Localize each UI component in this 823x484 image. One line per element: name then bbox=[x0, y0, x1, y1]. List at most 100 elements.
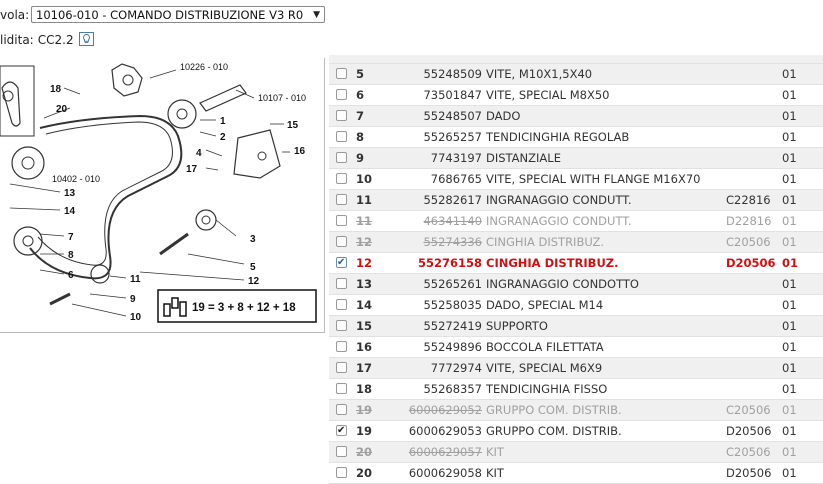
label-13[interactable]: 13 bbox=[64, 188, 76, 199]
part-description: TENDICINGHIA FISSO bbox=[486, 382, 608, 396]
table-row[interactable]: 19 6000629052 GRUPPO COM. DISTRIB. C20506 01 bbox=[329, 400, 823, 421]
quantity: 01 bbox=[782, 214, 797, 228]
part-description: DISTANZIALE bbox=[486, 151, 561, 165]
header-bar: vola: 10106-010 - COMANDO DISTRIBUZIONE … bbox=[0, 0, 823, 55]
table-row-partial bbox=[329, 55, 823, 64]
label-4[interactable]: 4 bbox=[196, 148, 202, 159]
part-description: VITE, SPECIAL M8X50 bbox=[486, 88, 610, 102]
table-row[interactable]: 10 7686765 VITE, SPECIAL WITH FLANGE M16X7… bbox=[329, 169, 823, 190]
part-number: 55265257 bbox=[423, 130, 482, 144]
part-description: TENDICINGHIA REGOLAB bbox=[486, 130, 630, 144]
label-15[interactable]: 15 bbox=[287, 120, 299, 131]
modification-code: C20506 bbox=[726, 235, 771, 249]
part-number: 46341140 bbox=[423, 214, 482, 228]
part-number: 6000629057 bbox=[408, 445, 482, 459]
part-number: 6000629052 bbox=[408, 403, 482, 417]
part-description: GRUPPO COM. DISTRIB. bbox=[486, 403, 622, 417]
part-description: CINGHIA DISTRIBUZ. bbox=[486, 256, 619, 270]
formula-text: 19 = 3 + 8 + 12 + 18 bbox=[192, 302, 296, 314]
table-row[interactable]: 9 7743197 DISTANZIALE 01 bbox=[329, 148, 823, 169]
quantity: 01 bbox=[782, 466, 797, 480]
table-row[interactable]: 7 55248507 DADO 01 bbox=[329, 106, 823, 127]
table-row[interactable]: 20 6000629058 KIT D20506 01 bbox=[329, 463, 823, 484]
part-description: VITE, SPECIAL M6X9 bbox=[486, 361, 603, 375]
modification-code: D20506 bbox=[726, 424, 772, 438]
part-number: 73501847 bbox=[423, 88, 482, 102]
quantity: 01 bbox=[782, 172, 797, 186]
tavola-select-value: 10106-010 - COMANDO DISTRIBUZIONE V3 R0 bbox=[36, 8, 304, 22]
label-11[interactable]: 11 bbox=[130, 274, 141, 285]
table-row[interactable]: 18 55268357 TENDICINGHIA FISSO 01 bbox=[329, 379, 823, 400]
part-description: VITE, SPECIAL WITH FLANGE M16X70 bbox=[486, 172, 701, 186]
quantity: 01 bbox=[782, 193, 797, 207]
part-description: INGRANAGGIO CONDOTTO bbox=[486, 277, 639, 291]
modification-code: D22816 bbox=[726, 214, 772, 228]
quantity: 01 bbox=[782, 130, 797, 144]
part-number: 7772974 bbox=[430, 361, 482, 375]
lightbulb-icon[interactable] bbox=[79, 32, 95, 46]
table-row[interactable]: 5 55248509 VITE, M10X1,5X40 01 bbox=[329, 64, 823, 85]
table-row[interactable]: 11 55282617 INGRANAGGIO CONDUTT. C22816 01 bbox=[329, 190, 823, 211]
quantity: 01 bbox=[782, 151, 797, 165]
quantity: 01 bbox=[782, 424, 797, 438]
part-description: SUPPORTO bbox=[486, 319, 548, 333]
part-description: BOCCOLA FILETTATA bbox=[486, 340, 604, 354]
part-description: CINGHIA DISTRIBUZ. bbox=[486, 235, 605, 249]
label-10[interactable]: 10 bbox=[130, 312, 142, 323]
modification-code: C20506 bbox=[726, 445, 771, 459]
part-description: INGRANAGGIO CONDUTT. bbox=[486, 214, 632, 228]
part-number: 55282617 bbox=[423, 193, 482, 207]
part-description: GRUPPO COM. DISTRIB. bbox=[486, 424, 622, 438]
label-12[interactable]: 12 bbox=[248, 276, 260, 287]
label-2[interactable]: 2 bbox=[220, 132, 226, 143]
label-7[interactable]: 7 bbox=[68, 232, 74, 243]
part-number: 55268357 bbox=[423, 382, 482, 396]
table-row[interactable]: 20 6000629057 KIT C20506 01 bbox=[329, 442, 823, 463]
table-row[interactable]: 12 55274336 CINGHIA DISTRIBUZ. C20506 01 bbox=[329, 232, 823, 253]
label-3[interactable]: 3 bbox=[250, 234, 256, 245]
label-9[interactable]: 9 bbox=[130, 294, 136, 305]
label-5[interactable]: 5 bbox=[250, 262, 256, 273]
table-row[interactable]: 13 55265261 INGRANAGGIO CONDOTTO 01 bbox=[329, 274, 823, 295]
modification-code: C22816 bbox=[726, 193, 771, 207]
exploded-parts-diagram: 18 20 10226 - 010 10107 - 010 1 2 15 16 … bbox=[0, 58, 325, 333]
table-row[interactable]: 15 55272419 SUPPORTO 01 bbox=[329, 316, 823, 337]
validita-row: lidita: CC2.2 bbox=[0, 32, 95, 47]
part-number: 55249896 bbox=[423, 340, 482, 354]
part-number: 55265261 bbox=[423, 277, 482, 291]
table-row[interactable]: 14 55258035 DADO, SPECIAL M14 01 bbox=[329, 295, 823, 316]
quantity: 01 bbox=[782, 256, 799, 270]
label-10226[interactable]: 10226 - 010 bbox=[180, 62, 228, 72]
part-number: 7743197 bbox=[430, 151, 482, 165]
table-row[interactable]: 11 46341140 INGRANAGGIO CONDUTT. D22816 01 bbox=[329, 211, 823, 232]
quantity: 01 bbox=[782, 235, 797, 249]
part-description: DADO, SPECIAL M14 bbox=[486, 298, 604, 312]
part-description: KIT bbox=[486, 445, 504, 459]
part-number: 55274336 bbox=[423, 235, 482, 249]
part-description: VITE, M10X1,5X40 bbox=[486, 67, 593, 81]
part-number: 55248507 bbox=[423, 109, 482, 123]
label-8[interactable]: 8 bbox=[68, 250, 74, 261]
part-description: DADO bbox=[486, 109, 521, 123]
table-row[interactable]: 16 55249896 BOCCOLA FILETTATA 01 bbox=[329, 337, 823, 358]
tavola-select[interactable]: 10106-010 - COMANDO DISTRIBUZIONE V3 R0 … bbox=[31, 6, 325, 23]
quantity: 01 bbox=[782, 109, 797, 123]
label-6[interactable]: 6 bbox=[68, 270, 74, 281]
part-number: 7686765 bbox=[430, 172, 482, 186]
validita-label: lidita: bbox=[0, 33, 34, 47]
label-14[interactable]: 14 bbox=[64, 206, 76, 217]
table-row[interactable]: 6 73501847 VITE, SPECIAL M8X50 01 bbox=[329, 85, 823, 106]
label-20[interactable]: 20 bbox=[56, 104, 68, 115]
label-10402[interactable]: 10402 - 010 bbox=[52, 174, 100, 184]
label-16[interactable]: 16 bbox=[294, 146, 306, 157]
label-18[interactable]: 18 bbox=[50, 84, 62, 95]
part-description: KIT bbox=[486, 466, 504, 480]
label-1[interactable]: 1 bbox=[220, 116, 226, 127]
label-17[interactable]: 17 bbox=[186, 164, 198, 175]
label-10107[interactable]: 10107 - 010 bbox=[258, 93, 306, 103]
table-row[interactable]: 8 55265257 TENDICINGHIA REGOLAB 01 bbox=[329, 127, 823, 148]
table-row[interactable]: 1255276158CINGHIA DISTRIBUZ.D2050601 bbox=[329, 253, 823, 274]
table-row[interactable]: 196000629053GRUPPO COM. DISTRIB.D2050601 bbox=[329, 421, 823, 442]
table-row[interactable]: 17 7772974 VITE, SPECIAL M6X9 01 bbox=[329, 358, 823, 379]
quantity: 01 bbox=[782, 298, 797, 312]
